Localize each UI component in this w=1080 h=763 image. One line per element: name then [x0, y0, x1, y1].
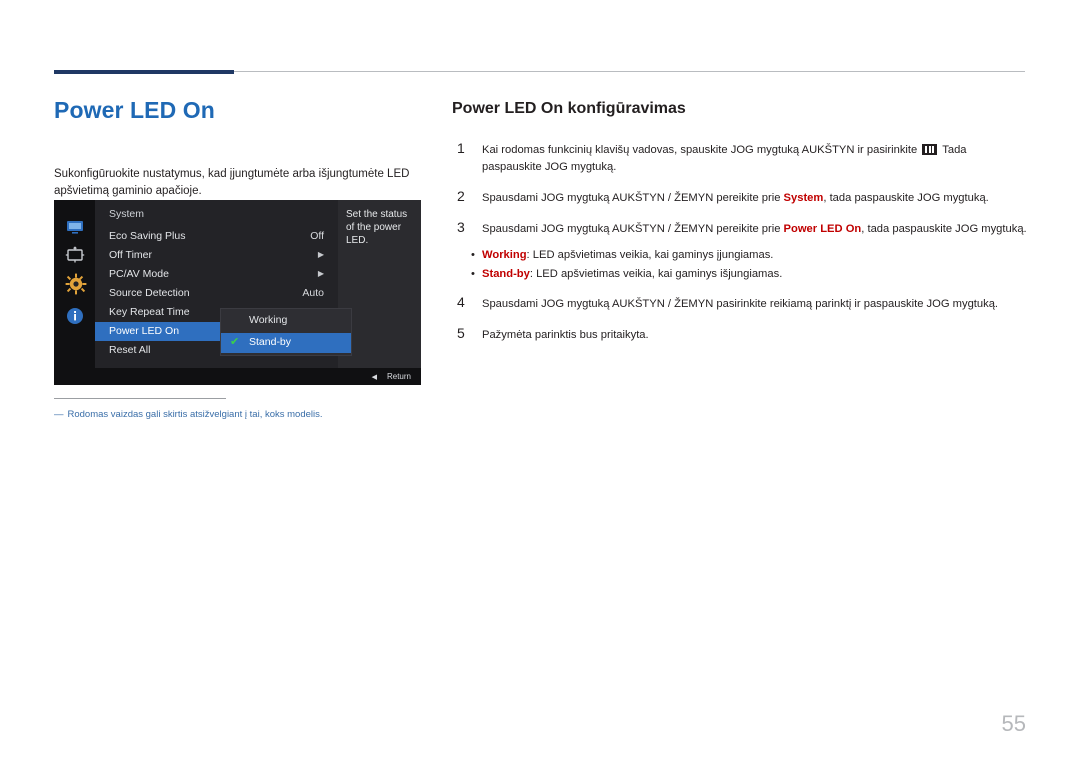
step-keyword: Power LED On: [783, 223, 862, 235]
step-text-part: Spausdami JOG mygtuką AUKŠTYN / ŽEMYN pe…: [482, 223, 784, 235]
steps-list: 1 Kai rodomas funkcinių klavišų vadovas,…: [452, 140, 1027, 344]
osd-row-label: Power LED On: [109, 325, 180, 337]
step-number: 1: [457, 140, 465, 156]
menu-icon: [922, 144, 938, 155]
section-title: Power LED On konfigūravimas: [452, 100, 686, 117]
osd-row-label: Key Repeat Time: [109, 306, 190, 318]
page-title: Power LED On: [54, 97, 215, 123]
bullet-keyword: Working: [482, 249, 527, 261]
header-rule: [54, 70, 1025, 74]
monitor-icon: [65, 217, 85, 237]
list-item: • Stand-by: LED apšvietimas veikia, kai g…: [452, 265, 1027, 284]
footnote-text: Rodomas vaizdas gali skirtis atsižvelgia…: [67, 409, 323, 420]
chevron-right-icon: ▶: [317, 269, 324, 278]
header-rule-accent: [54, 70, 234, 74]
left-arrow-icon: ◀: [371, 374, 377, 381]
osd-row[interactable]: Source Detection Auto: [95, 284, 338, 303]
osd-menu-title: System: [109, 208, 145, 220]
check-icon: ✔: [230, 336, 240, 348]
osd-row-label: Eco Saving Plus: [109, 230, 186, 242]
step-number: 4: [457, 294, 465, 310]
osd-row-value: Off: [310, 230, 324, 242]
bullet-glyph: •: [471, 249, 475, 261]
info-icon: [65, 306, 85, 326]
step-item: 3 Spausdami JOG mygtuką AUKŠTYN / ŽEMYN …: [452, 219, 1027, 238]
osd-icon-bar: [54, 200, 95, 385]
osd-screenshot: System Eco Saving Plus Off Off Timer ▶ P…: [54, 200, 421, 385]
osd-submenu-item-working[interactable]: Working: [221, 311, 351, 331]
osd-row-label: Off Timer: [109, 249, 152, 261]
step-item: 1 Kai rodomas funkcinių klavišų vadovas,…: [452, 140, 1027, 176]
footnote-divider: [54, 398, 226, 399]
bullet-keyword: Stand-by: [482, 268, 530, 280]
osd-menu-panel: System Eco Saving Plus Off Off Timer ▶ P…: [95, 200, 338, 385]
step-number: 3: [457, 219, 465, 235]
chevron-right-icon: ▶: [317, 250, 324, 259]
bullet-glyph: •: [471, 268, 475, 280]
step-text-part: Pažymėta parinktis bus pritaikyta.: [482, 329, 649, 341]
osd-row[interactable]: PC/AV Mode ▶: [95, 265, 338, 284]
footnote-dash: ―: [54, 409, 64, 420]
osd-hint-panel: Set the status of the power LED.: [338, 200, 421, 385]
osd-submenu: Working ✔ Stand-by: [220, 308, 352, 356]
osd-row[interactable]: Off Timer ▶: [95, 246, 338, 265]
list-item: • Working: LED apšvietimas veikia, kai ga…: [452, 246, 1027, 265]
osd-row-label: Reset All: [109, 344, 151, 356]
bullet-text: : LED apšvietimas veikia, kai gaminys įj…: [526, 249, 774, 261]
step-text-part: Spausdami JOG mygtuką AUKŠTYN / ŽEMYN pe…: [482, 192, 784, 204]
step-item: 5 Pažymėta parinktis bus pritaikyta.: [452, 325, 1027, 344]
step-text-part: Spausdami JOG mygtuką AUKŠTYN / ŽEMYN pa…: [482, 298, 999, 310]
header-rule-line: [234, 71, 1025, 72]
osd-return-label: Return: [386, 372, 411, 381]
option-bullets: • Working: LED apšvietimas veikia, kai ga…: [452, 246, 1027, 284]
osd-row-label: Source Detection: [109, 287, 190, 299]
footnote: ― Rodomas vaizdas gali skirtis atsižvelgi…: [54, 408, 474, 422]
osd-submenu-label: Stand-by: [249, 336, 292, 348]
step-text-part: , tada paspauskite JOG mygtuką.: [823, 192, 989, 204]
step-number: 5: [457, 325, 465, 341]
step-item: 2 Spausdami JOG mygtuką AUKŠTYN / ŽEMYN …: [452, 188, 1027, 207]
osd-submenu-label: Working: [249, 314, 288, 326]
osd-row-label: PC/AV Mode: [109, 268, 169, 280]
step-keyword: System: [783, 192, 824, 204]
step-text-part: , tada paspauskite JOG mygtuką.: [861, 223, 1027, 235]
gear-icon: [65, 273, 87, 295]
osd-footer: ◀ Return: [95, 368, 421, 385]
left-column: Power LED On Sukonfigūruokite nustatymus…: [54, 96, 426, 200]
osd-submenu-item-standby[interactable]: ✔ Stand-by: [221, 333, 351, 353]
step-item: 4 Spausdami JOG mygtuką AUKŠTYN / ŽEMYN …: [452, 294, 1027, 313]
page-number: 55: [1001, 711, 1026, 736]
intro-paragraph: Sukonfigūruokite nustatymus, kad įjungtu…: [54, 168, 410, 197]
osd-hint-text: Set the status of the power LED.: [346, 209, 408, 246]
osd-row[interactable]: Eco Saving Plus Off: [95, 227, 338, 246]
osd-row-value: Auto: [302, 287, 324, 299]
bullet-text: : LED apšvietimas veikia, kai gaminys iš…: [529, 268, 783, 280]
picture-size-icon: [65, 245, 85, 265]
right-column: Power LED On konfigūravimas 1 Kai rodoma…: [452, 98, 1027, 358]
step-text-part: Kai rodomas funkcinių klavišų vadovas, s…: [482, 144, 921, 156]
step-number: 2: [457, 188, 465, 204]
